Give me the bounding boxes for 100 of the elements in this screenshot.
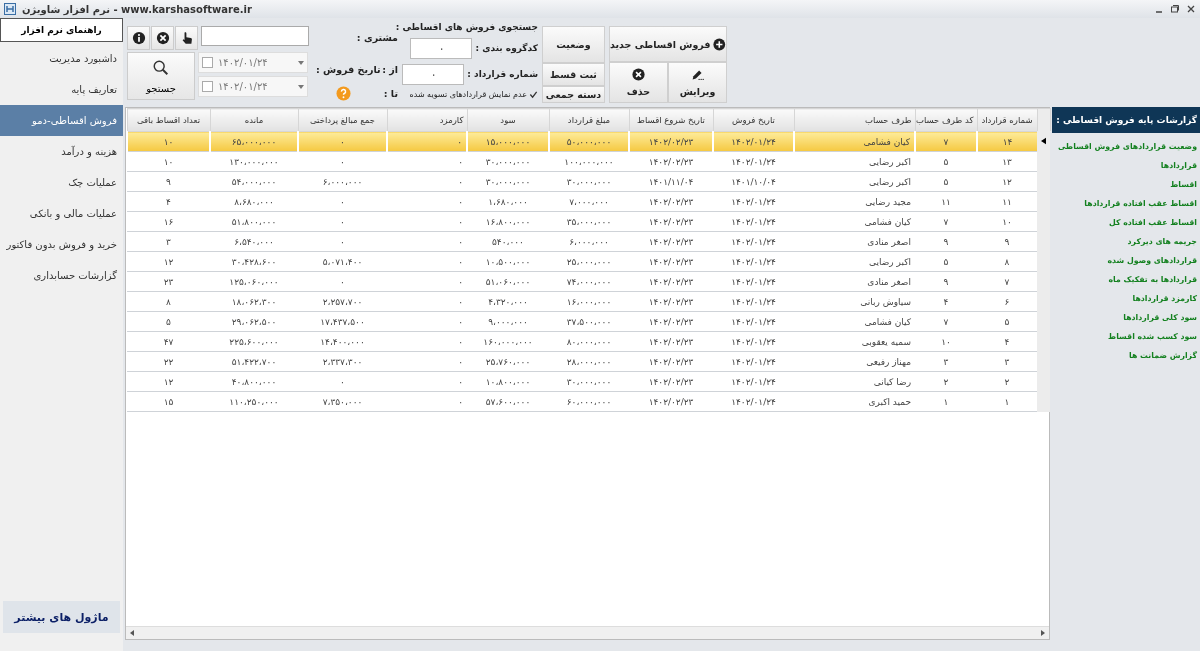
table-cell: ۱۴۰۲/۰۱/۲۴ xyxy=(731,216,776,227)
table-cell: ۱۲ xyxy=(163,256,174,267)
pointer-button[interactable] xyxy=(175,26,198,50)
column-header[interactable]: تاریخ شروع اقساط xyxy=(629,108,713,132)
table-cell: ۳۵،۰۰۰،۰۰۰ xyxy=(566,216,612,227)
date-picker[interactable]: ۱۴۰۲/۰۱/۲۴ xyxy=(198,76,308,97)
column-header[interactable]: کارمزد xyxy=(387,108,467,132)
table-cell: ۱۴۰۲/۰۱/۲۴ xyxy=(731,196,776,207)
table-cell: ۰ xyxy=(340,236,345,247)
table-row[interactable]: ۳ ۳ مهناز رفیعی ۱۴۰۲/۰۱/۲۴ ۱۴۰۲/۰۲/۲۳ ۲۸،۰۰۰،۰۰۰ ۲۵،۷۶۰،۰۰۰ ۰ ۲،۳۳۷،۳۰۰ ۵۱،۴۲۲،۷۰۰ ۲۲ xyxy=(127,351,1050,372)
table-row[interactable]: ۱۳ ۵ اکبر رضایی ۱۴۰۲/۰۱/۲۴ ۱۴۰۲/۰۲/۲۳ ۱۰۰،۰۰۰،۰۰۰ ۳۰،۰۰۰،۰۰۰ ۰ ۰ ۱۳۰،۰۰۰،۰۰۰ ۱۰ xyxy=(127,151,1050,172)
table-cell: ۸ xyxy=(1004,256,1010,267)
table-cell: مجید رضایی xyxy=(865,196,911,207)
table-row[interactable]: ۱ ۱ حمید اکبری ۱۴۰۲/۰۱/۲۴ ۱۴۰۲/۰۲/۲۳ ۶۰،۰۰۰،۰۰۰ ۵۷،۶۰۰،۰۰۰ ۰ ۷،۳۵۰،۰۰۰ ۱۱۰،۲۵۰،۰۰۰ ۱۵ xyxy=(127,391,1050,412)
table-cell: ۰ xyxy=(458,396,463,407)
table-cell: ۷ xyxy=(943,136,949,147)
table-row[interactable]: ۱۱ ۱۱ مجید رضایی ۱۴۰۲/۰۱/۲۴ ۱۴۰۲/۰۲/۲۳ ۷،۰۰۰،۰۰۰ ۱،۶۸۰،۰۰۰ ۰ ۰ ۸،۶۸۰،۰۰۰ ۴ xyxy=(127,191,1050,212)
filter-title: جستجوی فروش های اقساطی : xyxy=(398,22,538,32)
group-code-field[interactable]: ۰ xyxy=(410,37,473,59)
table-cell: ۱۷،۴۳۷،۵۰۰ xyxy=(320,316,365,327)
table-cell: ۵ xyxy=(1004,316,1010,327)
table-row[interactable]: ۴ ۱۰ سمیه یعقوبی ۱۴۰۲/۰۱/۲۴ ۱۴۰۲/۰۲/۲۳ ۸۰،۰۰۰،۰۰۰ ۱۶۰،۰۰۰،۰۰۰ ۰ ۱۴،۴۰۰،۰۰۰ ۲۲۵،۶۰۰،۰۰۰ ۴۷ xyxy=(127,331,1050,352)
table-cell: ۱۴۰۲/۰۱/۲۴ xyxy=(731,356,776,367)
table-row[interactable]: ۹ ۹ اصغر منادی ۱۴۰۲/۰۱/۲۴ ۱۴۰۲/۰۲/۲۳ ۶،۰۰۰،۰۰۰ ۵۴۰،۰۰۰ ۰ ۰ ۶،۵۴۰،۰۰۰ ۳ xyxy=(127,231,1050,252)
customer-field[interactable] xyxy=(201,26,309,46)
table-row[interactable]: ۷ ۹ اصغر منادی ۱۴۰۲/۰۱/۲۴ ۱۴۰۲/۰۲/۲۳ ۷۴،۰۰۰،۰۰۰ ۵۱،۰۶۰،۰۰۰ ۰ ۰ ۱۲۵،۰۶۰،۰۰۰ ۲۳ xyxy=(127,271,1050,292)
contract-number-field[interactable]: ۰ xyxy=(402,63,465,85)
column-header[interactable]: تاریخ فروش xyxy=(713,108,794,132)
table-cell: ۱۳ xyxy=(1002,156,1012,167)
sidebar-item[interactable]: هزینه و درآمد xyxy=(0,136,123,167)
table-cell: ۱۴۰۲/۰۱/۲۴ xyxy=(731,136,776,147)
table-cell: ۱۴۰۲/۰۱/۲۴ xyxy=(731,156,776,167)
table-cell: ۹،۰۰۰،۰۰۰ xyxy=(488,316,528,327)
column-header[interactable]: طرف حساب xyxy=(794,108,915,132)
table-cell: ۱۰ xyxy=(1002,216,1012,227)
table-cell: ۵۴۰،۰۰۰ xyxy=(492,236,524,247)
app-icon xyxy=(4,3,16,15)
toolbar-button[interactable]: دسته جمعی xyxy=(542,86,605,103)
column-header[interactable]: مبلغ قرارداد xyxy=(549,108,629,132)
sidebar-item[interactable]: داشبورد مدیریت xyxy=(0,43,123,74)
sidebar-item[interactable]: عملیات مالی و بانکی xyxy=(0,198,123,229)
close-icon[interactable] xyxy=(1186,4,1196,14)
restore-icon[interactable] xyxy=(1170,4,1180,14)
table-cell: ۰ xyxy=(340,216,345,227)
table-row[interactable]: ۸ ۵ اکبر رضایی ۱۴۰۲/۰۱/۲۴ ۱۴۰۲/۰۲/۲۳ ۲۵،۰۰۰،۰۰۰ ۱۰،۵۰۰،۰۰۰ ۰ ۵،۰۷۱،۴۰۰ ۳۰،۴۲۸،۶۰۰ ۱۲ xyxy=(127,251,1050,272)
table-cell: ۲۳ xyxy=(163,276,174,287)
info-button[interactable] xyxy=(127,26,150,50)
table-cell: ۱۰،۵۰۰،۰۰۰ xyxy=(485,256,531,267)
sidebar-item[interactable]: خرید و فروش بدون فاکتور xyxy=(0,229,123,260)
table-cell: ۱۴۰۲/۰۱/۲۴ xyxy=(731,316,776,327)
table-cell: ۴،۳۲۰،۰۰۰ xyxy=(488,296,528,307)
table-cell: ۱ xyxy=(1004,396,1010,407)
date-picker[interactable]: ۱۴۰۲/۰۱/۲۴ xyxy=(198,52,308,73)
sidebar-item[interactable]: تعاریف پایه xyxy=(0,74,123,105)
table-row[interactable]: ۱۲ ۵ اکبر رضایی ۱۴۰۱/۱۰/۰۴ ۱۴۰۱/۱۱/۰۴ ۳۰،۰۰۰،۰۰۰ ۳۰،۰۰۰،۰۰۰ ۰ ۶،۰۰۰،۰۰۰ ۵۴،۰۰۰،۰۰۰ ۹ xyxy=(127,171,1050,192)
hide-settled-checkbox[interactable] xyxy=(529,89,538,99)
table-cell: ۱۴۰۲/۰۲/۲۳ xyxy=(648,196,694,207)
table-cell: کیان فشامی xyxy=(863,136,910,147)
table-cell: ۰ xyxy=(458,256,463,267)
sidebar-item[interactable]: گزارشات حسابداری xyxy=(0,260,123,291)
clear-button[interactable] xyxy=(151,26,174,50)
table-cell: اصغر منادی xyxy=(867,276,911,287)
edit-button[interactable]: ویرایش xyxy=(668,62,727,103)
search-button[interactable]: جستجو xyxy=(127,52,195,100)
sale-date-label: تاریخ فروش : xyxy=(316,63,381,75)
column-header[interactable]: کد طرف حساب xyxy=(915,108,977,132)
sidebar-item[interactable]: عملیات چک xyxy=(0,167,123,198)
column-header[interactable]: سود xyxy=(467,108,549,132)
table-cell: ۱۴،۴۰۰،۰۰۰ xyxy=(320,336,365,347)
table-row[interactable]: ۶ ۴ سیاوش ربانی ۱۴۰۲/۰۱/۲۴ ۱۴۰۲/۰۲/۲۳ ۱۶،۰۰۰،۰۰۰ ۴،۳۲۰،۰۰۰ ۰ ۲،۲۵۷،۷۰۰ ۱۸،۰۶۲،۳۰۰ ۸ xyxy=(127,291,1050,312)
table-cell: ۰ xyxy=(457,136,462,147)
horizontal-scrollbar[interactable] xyxy=(126,626,1049,639)
table-cell: کیان فشامی xyxy=(864,316,911,327)
table-cell: ۱،۶۸۰،۰۰۰ xyxy=(488,196,528,207)
sidebar-item[interactable]: فروش اقساطی-دمو xyxy=(0,105,123,136)
column-header[interactable]: تعداد اقساط باقی xyxy=(127,108,210,132)
close-icon xyxy=(155,31,170,45)
new-sale-button[interactable]: فروش اقساطی جدید xyxy=(609,26,727,62)
column-header[interactable]: مانده xyxy=(210,108,298,132)
to-label: تا : xyxy=(383,87,398,99)
table-cell: ۲۲ xyxy=(163,356,174,367)
table-row[interactable]: ۱۰ ۷ کیان فشامی ۱۴۰۲/۰۱/۲۴ ۱۴۰۲/۰۲/۲۳ ۳۵،۰۰۰،۰۰۰ ۱۶،۸۰۰،۰۰۰ ۰ ۰ ۵۱،۸۰۰،۰۰۰ ۱۶ xyxy=(127,211,1050,232)
column-header[interactable]: جمع مبالغ پرداختی xyxy=(298,108,387,132)
table-cell: اصغر منادی xyxy=(867,236,911,247)
column-header[interactable]: شماره قرارداد xyxy=(977,108,1037,132)
toolbar-button[interactable]: ثبت قسط xyxy=(542,63,605,86)
table-cell: ۴ xyxy=(166,196,171,207)
toolbar-button[interactable]: وضعیت xyxy=(542,26,605,63)
table-cell: ۱۴۰۲/۰۲/۲۳ xyxy=(648,216,694,227)
table-row[interactable]: ۵ ۷ کیان فشامی ۱۴۰۲/۰۱/۲۴ ۱۴۰۲/۰۲/۲۳ ۳۷،۵۰۰،۰۰۰ ۹،۰۰۰،۰۰۰ ۰ ۱۷،۴۳۷،۵۰۰ ۲۹،۰۶۲،۵۰۰ ۵ xyxy=(127,311,1050,332)
table-cell: رضا کیانی xyxy=(873,376,911,387)
table-cell: ۶ xyxy=(1004,296,1010,307)
delete-button[interactable]: حذف xyxy=(609,62,668,103)
table-cell: ۱۴۰۱/۱۰/۰۴ xyxy=(731,176,776,187)
table-cell: ۷ xyxy=(943,316,949,327)
help-button[interactable]: راهنمای نرم افزار xyxy=(0,18,123,42)
more-modules-button[interactable]: ماژول های بیشتر xyxy=(3,601,120,633)
table-row[interactable]: ۱۴ ۷ کیان فشامی ۱۴۰۲/۰۱/۲۴ ۱۴۰۲/۰۲/۲۳ ۵۰،۰۰۰،۰۰۰ ۱۵،۰۰۰،۰۰۰ ۰ ۰ ۶۵،۰۰۰،۰۰۰ ۱۰ xyxy=(127,131,1050,152)
table-row[interactable]: ۲ ۲ رضا کیانی ۱۴۰۲/۰۱/۲۴ ۱۴۰۲/۰۲/۲۳ ۳۰،۰۰۰،۰۰۰ ۱۰،۸۰۰،۰۰۰ ۰ ۰ ۴۰،۸۰۰،۰۰۰ ۱۲ xyxy=(127,371,1050,392)
table-cell: حمید اکبری xyxy=(868,396,911,407)
